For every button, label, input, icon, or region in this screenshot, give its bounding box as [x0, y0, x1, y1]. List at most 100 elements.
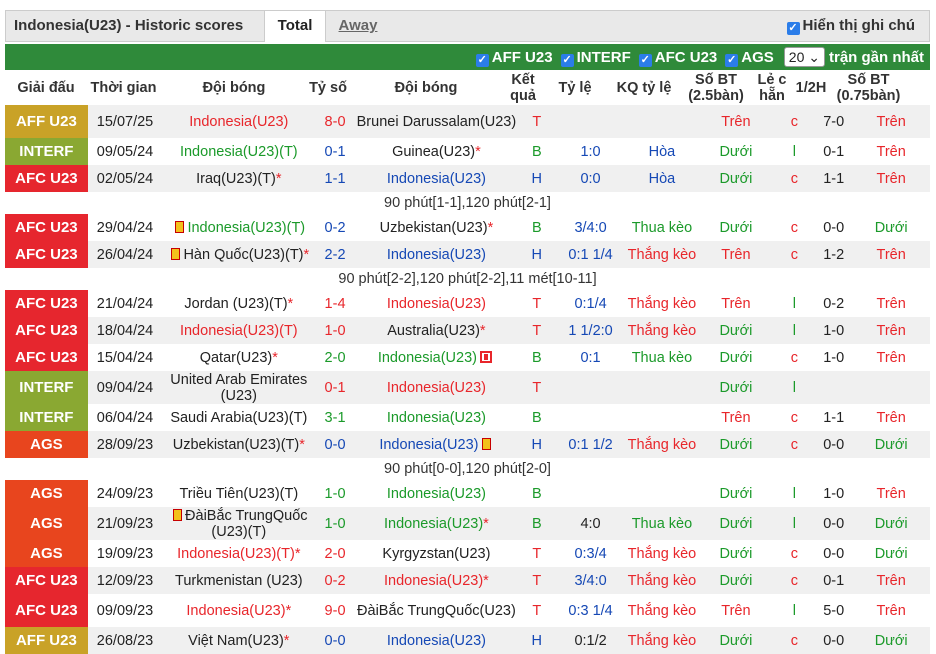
away-team[interactable]: Australia(U23)*	[354, 317, 519, 344]
league-badge[interactable]: AFC U23	[5, 290, 88, 317]
league-badge[interactable]: AGS	[5, 480, 88, 507]
filter-aff-u23[interactable]: ✓ AFF U23	[475, 49, 553, 67]
match-score[interactable]: 9-0	[315, 594, 355, 627]
table-row[interactable]: AFC U23 26/04/24 Hàn Quốc(U23)(T)* 2-2 Indon…	[5, 241, 930, 268]
away-team[interactable]: Indonesia(U23)	[354, 431, 519, 458]
column-header[interactable]: Thời gian	[87, 71, 160, 105]
show-notes-toggle[interactable]: ✓ Hiển thị ghi chú	[786, 17, 915, 35]
column-header[interactable]: Tỷ lệ	[542, 71, 608, 105]
match-score[interactable]: 1-0	[315, 480, 355, 507]
away-team[interactable]: Guinea(U23)*	[354, 138, 519, 165]
table-row[interactable]: AGS 24/09/23 Triều Tiên(U23)(T) 1-0 Indonesi…	[5, 480, 930, 507]
league-badge[interactable]: AFC U23	[5, 317, 88, 344]
table-row[interactable]: AFC U23 15/04/24 Qatar(U23)* 2-0 Indonesia(U…	[5, 344, 930, 371]
match-score[interactable]: 0-0	[315, 431, 355, 458]
match-score[interactable]: 0-2	[315, 567, 355, 594]
table-row[interactable]: AFC U23 21/04/24 Jordan (U23)(T)* 1-4 Indone…	[5, 290, 930, 317]
league-badge[interactable]: AGS	[5, 540, 88, 567]
checkbox-icon[interactable]: ✓	[786, 22, 800, 35]
match-score[interactable]: 2-2	[315, 241, 355, 268]
away-team[interactable]: Indonesia(U23)	[354, 404, 519, 431]
match-score[interactable]: 1-0	[315, 507, 355, 540]
table-row[interactable]: AFC U23 02/05/24 Iraq(U23)(T)* 1-1 Indonesia…	[5, 165, 930, 192]
away-team[interactable]: Indonesia(U23)	[354, 480, 519, 507]
away-team[interactable]: Indonesia(U23)	[354, 241, 519, 268]
away-team[interactable]: Indonesia(U23)	[354, 290, 519, 317]
away-team[interactable]: Indonesia(U23)*	[354, 567, 519, 594]
checkbox-icon[interactable]: ✓	[560, 54, 574, 67]
column-header[interactable]: Giải đấu	[5, 71, 87, 105]
league-badge[interactable]: AFC U23	[5, 594, 88, 627]
home-team[interactable]: Iraq(U23)(T)*	[162, 165, 316, 192]
match-count-select[interactable]: 20 ⌄	[783, 47, 825, 67]
table-row[interactable]: INTERF 09/04/24 United Arab Emirates (U23)…	[5, 371, 930, 404]
column-header[interactable]: 1/2H	[792, 71, 830, 105]
column-header[interactable]: Đội bóng	[160, 71, 308, 105]
table-row[interactable]: AFC U23 09/09/23 Indonesia(U23)* 9-0 ĐàiBắc …	[5, 594, 930, 627]
home-team[interactable]: Hàn Quốc(U23)(T)*	[162, 241, 316, 268]
home-team[interactable]: Indonesia(U23)*	[162, 594, 316, 627]
checkbox-icon[interactable]: ✓	[638, 54, 652, 67]
home-team[interactable]: Indonesia(U23)(T)	[162, 317, 316, 344]
table-row[interactable]: AGS 28/09/23 Uzbekistan(U23)(T)* 0-0 Indones…	[5, 431, 930, 458]
match-score[interactable]: 0-2	[315, 214, 355, 241]
filter-afc-u23[interactable]: ✓ AFC U23	[638, 49, 717, 67]
tab-away[interactable]: Away	[328, 11, 388, 42]
away-team[interactable]: Indonesia(U23)	[354, 344, 519, 371]
home-team[interactable]: Qatar(U23)*	[162, 344, 316, 371]
match-score[interactable]: 0-1	[315, 371, 355, 404]
table-row[interactable]: INTERF 06/04/24 Saudi Arabia(U23)(T) 3-1 Ind…	[5, 404, 930, 431]
match-score[interactable]: 1-4	[315, 290, 355, 317]
home-team[interactable]: United Arab Emirates (U23)	[162, 371, 316, 404]
column-header[interactable]: Kết quả	[504, 71, 542, 105]
home-team[interactable]: Indonesia(U23)	[162, 105, 316, 138]
league-badge[interactable]: INTERF	[5, 371, 88, 404]
column-header[interactable]: Số BT (0.75bàn)	[830, 71, 907, 105]
column-header[interactable]: Số BT (2.5bàn)	[680, 71, 752, 105]
away-team[interactable]: Indonesia(U23)*	[354, 507, 519, 540]
match-score[interactable]: 1-0	[315, 317, 355, 344]
match-score[interactable]: 3-1	[315, 404, 355, 431]
table-row[interactable]: AFC U23 29/04/24 Indonesia(U23)(T) 0-2 Uzbek…	[5, 214, 930, 241]
away-team[interactable]: Indonesia(U23)	[354, 165, 519, 192]
league-badge[interactable]: AFF U23	[5, 105, 88, 138]
league-badge[interactable]: AFC U23	[5, 165, 88, 192]
league-badge[interactable]: AFC U23	[5, 214, 88, 241]
table-row[interactable]: AFC U23 18/04/24 Indonesia(U23)(T) 1-0 Austr…	[5, 317, 930, 344]
filter-interf[interactable]: ✓ INTERF	[560, 49, 631, 67]
match-score[interactable]: 2-0	[315, 344, 355, 371]
home-team[interactable]: Triều Tiên(U23)(T)	[162, 480, 316, 507]
away-team[interactable]: Kyrgyzstan(U23)	[354, 540, 519, 567]
away-team[interactable]: Uzbekistan(U23)*	[354, 214, 519, 241]
league-badge[interactable]: INTERF	[5, 404, 88, 431]
home-team[interactable]: ĐàiBắc TrungQuốc (U23)(T)	[162, 507, 316, 540]
match-score[interactable]: 1-1	[315, 165, 355, 192]
match-score[interactable]: 8-0	[315, 105, 355, 138]
table-row[interactable]: AGS 21/09/23 ĐàiBắc TrungQuốc (U23)(T) 1-0 I…	[5, 507, 930, 540]
home-team[interactable]: Indonesia(U23)(T)*	[162, 540, 316, 567]
checkbox-icon[interactable]: ✓	[725, 54, 739, 67]
table-row[interactable]: AFF U23 15/07/25 Indonesia(U23) 8-0 Brunei D…	[5, 105, 930, 138]
table-row[interactable]: INTERF 09/05/24 Indonesia(U23)(T) 0-1 Guinea…	[5, 138, 930, 165]
league-badge[interactable]: AGS	[5, 431, 88, 458]
home-team[interactable]: Jordan (U23)(T)*	[162, 290, 316, 317]
home-team[interactable]: Saudi Arabia(U23)(T)	[162, 404, 316, 431]
table-row[interactable]: AFC U23 12/09/23 Turkmenistan (U23) 0-2 Indo…	[5, 567, 930, 594]
filter-ags[interactable]: ✓ AGS	[725, 49, 774, 67]
table-row[interactable]: AGS 19/09/23 Indonesia(U23)(T)* 2-0 Kyrgyzst…	[5, 540, 930, 567]
column-header[interactable]: KQ tỷ lệ	[608, 71, 680, 105]
league-badge[interactable]: AFC U23	[5, 241, 88, 268]
home-team[interactable]: Indonesia(U23)(T)	[162, 214, 316, 241]
column-header[interactable]: Tỷ số	[308, 71, 348, 105]
home-team[interactable]: Uzbekistan(U23)(T)*	[162, 431, 316, 458]
away-team[interactable]: Indonesia(U23)	[354, 371, 519, 404]
away-team[interactable]: ĐàiBắc TrungQuốc(U23)	[354, 594, 519, 627]
home-team[interactable]: Indonesia(U23)(T)	[162, 138, 316, 165]
checkbox-icon[interactable]: ✓	[475, 54, 489, 67]
league-badge[interactable]: AFC U23	[5, 344, 88, 371]
column-header[interactable]: Lẻ c hẵn	[752, 71, 792, 105]
home-team[interactable]: Turkmenistan (U23)	[162, 567, 316, 594]
league-badge[interactable]: AGS	[5, 507, 88, 540]
column-header[interactable]: Đội bóng	[348, 71, 504, 105]
league-badge[interactable]: INTERF	[5, 138, 88, 165]
